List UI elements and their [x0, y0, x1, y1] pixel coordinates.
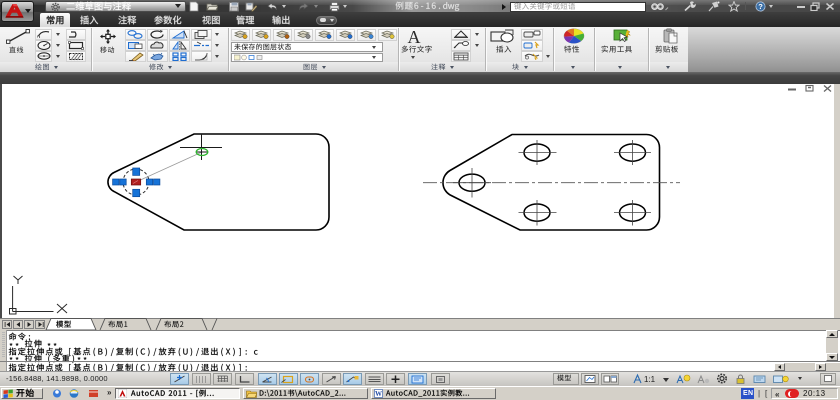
svg-text:W: W [375, 390, 382, 398]
svg-text:?: ? [758, 2, 763, 11]
svg-text:A: A [408, 28, 421, 45]
svg-text:1:1: 1:1 [644, 375, 656, 384]
